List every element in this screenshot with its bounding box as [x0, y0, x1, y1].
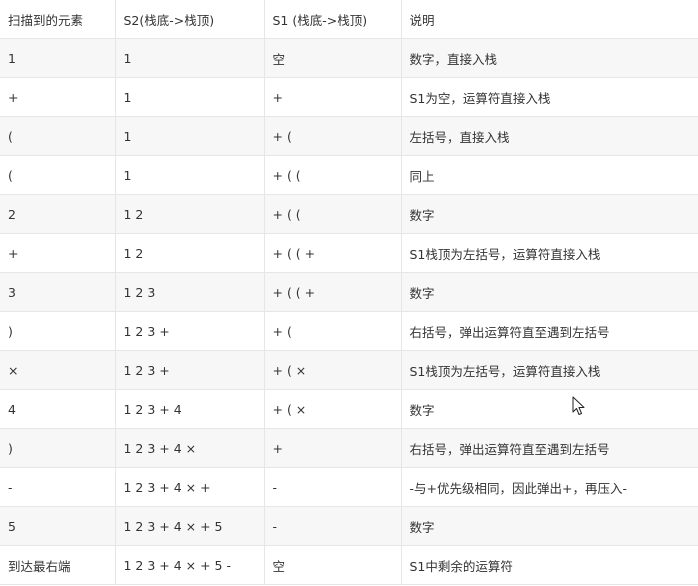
cell-scanned-element: 1	[0, 38, 116, 78]
table-row: 31 2 3 + ( ( + 数字	[0, 272, 698, 312]
cell-s1-stack: + (	[263, 311, 402, 351]
cell-s1-stack: + ( ×	[263, 350, 402, 390]
header-s1-stack: S1 (栈底->栈顶)	[263, 0, 402, 39]
cell-s1-stack: +	[263, 77, 402, 117]
cell-s2-stack: 1 2 3	[114, 272, 265, 312]
cell-s1-stack: -	[263, 506, 402, 546]
cell-s2-stack: 1 2 3 + 4 ×	[114, 428, 265, 468]
cell-scanned-element: (	[0, 155, 116, 195]
conversion-table: 扫描到的元素 S2(栈底->栈顶) S1 (栈底->栈顶) 说明 1 1 空数字，直…	[0, 0, 698, 585]
cell-description: 数字	[400, 506, 698, 546]
table-row: ) 1 2 3 + 4 × + 右括号，弹出运算符直至遇到左括号	[0, 428, 698, 468]
mouse-cursor-icon	[572, 396, 585, 415]
table-header-row: 扫描到的元素 S2(栈底->栈顶) S1 (栈底->栈顶) 说明	[0, 0, 698, 39]
cell-s2-stack: 1 2 3 + 4 × + 5 -	[114, 545, 265, 585]
table-row: 1 1 空数字，直接入栈	[0, 38, 698, 78]
cell-s1-stack: + ( (	[263, 194, 402, 234]
cell-description: S1中剩余的运算符	[400, 545, 698, 585]
cell-scanned-element: (	[0, 116, 116, 156]
cell-s1-stack: + ( ( +	[263, 233, 402, 273]
cell-description: 右括号，弹出运算符直至遇到左括号	[400, 311, 698, 351]
table-row: (1 + ( (同上	[0, 155, 698, 195]
cell-description: -与+优先级相同，因此弹出+，再压入-	[400, 467, 698, 507]
cell-s1-stack: 空	[263, 38, 402, 78]
cell-scanned-element: 4	[0, 389, 116, 429]
cell-s1-stack: -	[263, 467, 402, 507]
cell-description: S1栈顶为左括号，运算符直接入栈	[400, 233, 698, 273]
cell-description: 右括号，弹出运算符直至遇到左括号	[400, 428, 698, 468]
cell-s2-stack: 1	[114, 38, 265, 78]
cell-description: 数字	[400, 194, 698, 234]
cell-scanned-element: 到达最右端	[0, 545, 116, 585]
cell-scanned-element: 5	[0, 506, 116, 546]
cell-description: 同上	[400, 155, 698, 195]
table-row: +1 2 + ( ( + S1栈顶为左括号，运算符直接入栈	[0, 233, 698, 273]
cell-s2-stack: 1	[114, 155, 265, 195]
cell-description: S1为空，运算符直接入栈	[400, 77, 698, 117]
table-row: 21 2 + ( (数字	[0, 194, 698, 234]
cell-scanned-element: +	[0, 77, 116, 117]
table-body: 1 1 空数字，直接入栈 +1 + S1为空，运算符直接入栈(1 + (左括号，直接入栈(1…	[0, 38, 698, 585]
cell-description: 数字	[400, 389, 698, 429]
header-scanned-element: 扫描到的元素	[0, 0, 116, 39]
cell-s2-stack: 1 2	[114, 194, 265, 234]
table-row: 41 2 3 + 4 + ( × 数字	[0, 389, 698, 429]
cell-scanned-element: )	[0, 311, 116, 351]
cell-s1-stack: + ( ×	[263, 389, 402, 429]
cell-s2-stack: 1	[114, 116, 265, 156]
table-row: ) 1 2 3 + + (右括号，弹出运算符直至遇到左括号	[0, 311, 698, 351]
cell-s2-stack: 1 2 3 +	[114, 311, 265, 351]
cell-s1-stack: + ( (	[263, 155, 402, 195]
cell-description: 数字，直接入栈	[400, 38, 698, 78]
cell-s2-stack: 1 2 3 +	[114, 350, 265, 390]
cell-s1-stack: + (	[263, 116, 402, 156]
cell-scanned-element: +	[0, 233, 116, 273]
cell-scanned-element: 2	[0, 194, 116, 234]
table-row: -1 2 3 + 4 × + - -与+优先级相同，因此弹出+，再压入-	[0, 467, 698, 507]
cell-scanned-element: )	[0, 428, 116, 468]
table-row: 到达最右端 1 2 3 + 4 × + 5 - 空 S1中剩余的运算符	[0, 545, 698, 585]
cell-scanned-element: 3	[0, 272, 116, 312]
header-s2-stack: S2(栈底->栈顶)	[114, 0, 265, 39]
cell-s2-stack: 1 2 3 + 4 × +	[114, 467, 265, 507]
cell-description: 左括号，直接入栈	[400, 116, 698, 156]
cell-s2-stack: 1 2 3 + 4	[114, 389, 265, 429]
table-row: +1 + S1为空，运算符直接入栈	[0, 77, 698, 117]
cell-s2-stack: 1 2	[114, 233, 265, 273]
cell-s1-stack: + ( ( +	[263, 272, 402, 312]
cell-s1-stack: +	[263, 428, 402, 468]
cell-description: S1栈顶为左括号，运算符直接入栈	[400, 350, 698, 390]
table-row: 51 2 3 + 4 × + 5- 数字	[0, 506, 698, 546]
table-row: (1 + (左括号，直接入栈	[0, 116, 698, 156]
header-description: 说明	[400, 0, 698, 39]
cell-s2-stack: 1 2 3 + 4 × + 5	[114, 506, 265, 546]
cell-s2-stack: 1	[114, 77, 265, 117]
cell-description: 数字	[400, 272, 698, 312]
cell-scanned-element: ×	[0, 350, 116, 390]
cell-s1-stack: 空	[263, 545, 402, 585]
table-row: × 1 2 3 + + ( × S1栈顶为左括号，运算符直接入栈	[0, 350, 698, 390]
cell-scanned-element: -	[0, 467, 116, 507]
